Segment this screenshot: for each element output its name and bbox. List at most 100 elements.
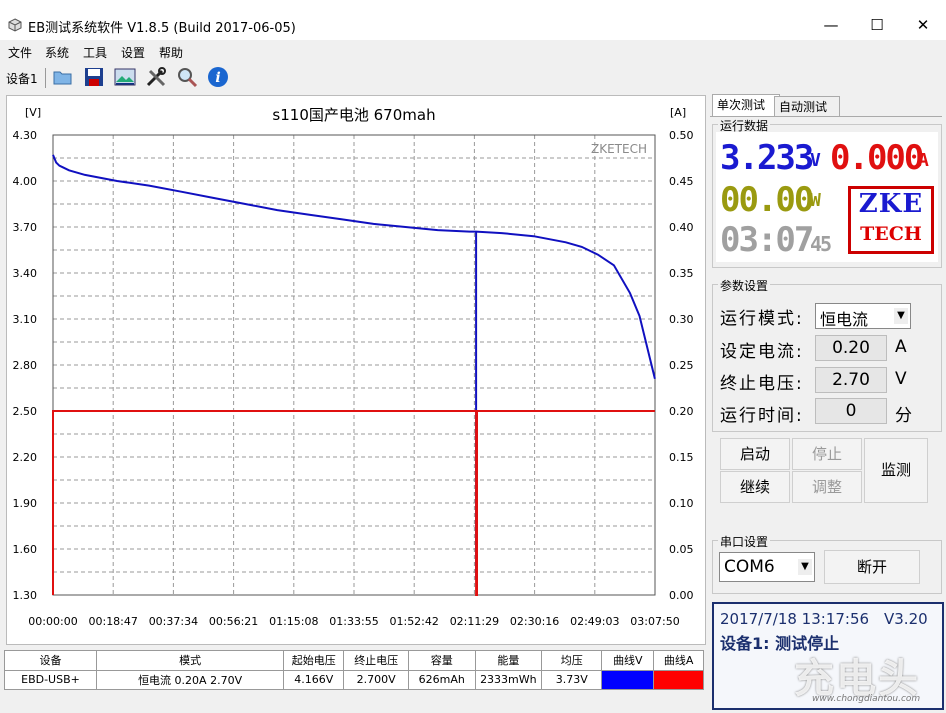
port-select-value: COM6	[724, 557, 775, 577]
params-label: 参数设置	[718, 277, 771, 294]
x-tick-label: 00:18:47	[88, 615, 137, 628]
y-right-tick-label: 0.40	[669, 221, 694, 234]
chart-panel: 4.30 4.00 3.70 3.40 3.10 2.80 2.50 2.20 1.90 1.60…	[6, 95, 706, 645]
serial-label: 串口设置	[718, 533, 771, 550]
run-time-unit: 分	[895, 406, 912, 426]
current-setting-unit: A	[895, 337, 907, 357]
minimize-icon[interactable]: —	[808, 10, 854, 40]
logo-bottom-text: TECH	[860, 223, 922, 245]
mode-select[interactable]: 恒电流 ▼	[815, 303, 911, 329]
table-cell: 恒电流 0.20A 2.70V	[95, 669, 285, 690]
voltage-unit: V	[810, 150, 821, 171]
y-right-unit: [A]	[670, 106, 686, 119]
curve-v-swatch[interactable]	[601, 669, 655, 690]
chevron-down-icon[interactable]: ▼	[798, 559, 812, 575]
y-left-tick-label: 2.80	[13, 359, 38, 372]
table-header: 终止电压	[343, 650, 409, 671]
run-time-field[interactable]: 0	[815, 398, 887, 424]
time-readout: 03:07	[720, 220, 814, 260]
mode-label: 运行模式:	[720, 309, 804, 329]
table-cell: EBD-USB+	[4, 669, 97, 690]
menu-tools[interactable]: 工具	[83, 44, 107, 61]
cutoff-voltage-field[interactable]: 2.70	[815, 367, 887, 393]
chart-watermark: ZKETECH	[591, 142, 647, 156]
current-setting-label: 设定电流:	[720, 342, 804, 362]
tab-auto-test[interactable]: 自动测试	[774, 96, 840, 117]
folder-icon[interactable]	[52, 66, 74, 88]
start-button[interactable]: 启动	[720, 438, 790, 470]
menu-file[interactable]: 文件	[8, 44, 32, 61]
stop-button[interactable]: 停止	[792, 438, 862, 470]
x-tick-label: 00:37:34	[149, 615, 198, 628]
power-readout: 00.00	[720, 180, 814, 220]
x-tick-label: 00:56:21	[209, 615, 258, 628]
x-tick-label: 02:30:16	[510, 615, 559, 628]
y-left-tick-label: 3.70	[13, 221, 38, 234]
toolbar-divider	[45, 68, 46, 88]
table-header: 曲线A	[653, 650, 704, 671]
y-left-unit: [V]	[25, 106, 41, 119]
magnifier-icon[interactable]	[176, 66, 198, 88]
info-icon[interactable]: i	[207, 66, 229, 88]
watermark-url: www.chongdiantou.com	[812, 694, 921, 704]
table-header: 曲线V	[601, 650, 655, 671]
menu-system[interactable]: 系统	[45, 44, 69, 61]
port-select[interactable]: COM6 ▼	[719, 552, 815, 582]
x-tick-label: 01:52:42	[389, 615, 438, 628]
chart-title: s110国产电池 670mah	[272, 106, 435, 124]
run-time-label: 运行时间:	[720, 406, 804, 426]
y-left-tick-label: 1.30	[13, 589, 38, 602]
y-left-tick-label: 2.20	[13, 451, 38, 464]
disconnect-button[interactable]: 断开	[824, 550, 920, 584]
chevron-down-icon[interactable]: ▼	[894, 308, 908, 324]
x-tick-label: 01:33:55	[329, 615, 378, 628]
y-right-tick-label: 0.00	[669, 589, 694, 602]
menu-help[interactable]: 帮助	[159, 44, 183, 61]
table-header: 起始电压	[283, 650, 345, 671]
y-left-tick-label: 1.60	[13, 543, 38, 556]
power-unit: W	[810, 190, 821, 211]
image-icon[interactable]	[114, 66, 136, 88]
x-tick-label: 00:00:00	[28, 615, 77, 628]
y-right-tick-label: 0.50	[669, 129, 694, 142]
maximize-icon[interactable]: ☐	[854, 10, 900, 40]
menu-settings[interactable]: 设置	[121, 44, 145, 61]
y-left-tick-label: 4.30	[13, 129, 38, 142]
y-left-tick-label: 3.40	[13, 267, 38, 280]
table-cell: 4.166V	[283, 669, 345, 690]
tools-icon[interactable]	[145, 66, 167, 88]
y-right-tick-label: 0.35	[669, 267, 694, 280]
y-right-tick-label: 0.05	[669, 543, 694, 556]
y-right-tick-label: 0.45	[669, 175, 694, 188]
results-table: 设备 模式 起始电压 终止电压 容量 能量 均压 曲线V 曲线A EBD-USB…	[4, 650, 704, 690]
app-icon	[8, 18, 22, 32]
tab-single-test[interactable]: 单次测试	[712, 94, 780, 117]
y-right-tick-label: 0.10	[669, 497, 694, 510]
table-cell: 2.700V	[343, 669, 409, 690]
curve-a-swatch[interactable]	[653, 669, 704, 690]
x-tick-label: 03:07:50	[630, 615, 679, 628]
x-tick-label: 02:11:29	[450, 615, 499, 628]
y-left-tick-label: 4.00	[13, 175, 38, 188]
adjust-button[interactable]: 调整	[792, 471, 862, 503]
table-header-row: 设备 模式 起始电压 终止电压 容量 能量 均压 曲线V 曲线A	[4, 650, 704, 671]
table-header: 设备	[4, 650, 97, 671]
cutoff-voltage-unit: V	[895, 369, 907, 389]
current-setting-field[interactable]: 0.20	[815, 335, 887, 361]
close-icon[interactable]: ✕	[900, 10, 946, 40]
table-header: 能量	[474, 650, 543, 671]
status-version: V3.20	[884, 610, 928, 628]
save-icon[interactable]	[83, 66, 105, 88]
monitor-button[interactable]: 监测	[864, 438, 928, 503]
continue-button[interactable]: 继续	[720, 471, 790, 503]
y-right-tick-label: 0.30	[669, 313, 694, 326]
voltage-current-chart: 4.30 4.00 3.70 3.40 3.10 2.80 2.50 2.20 1.90 1.60…	[13, 106, 694, 628]
run-data-display: 3.233 V 0.000 A 00.00 W 03:07 45 ZKE TEC…	[716, 132, 938, 262]
y-right-tick-label: 0.25	[669, 359, 694, 372]
status-datetime: 2017/7/18 13:17:56	[720, 610, 870, 628]
x-tick-label: 02:49:03	[570, 615, 619, 628]
table-row[interactable]: EBD-USB+ 恒电流 0.20A 2.70V 4.166V 2.700V 6…	[4, 669, 704, 690]
zke-logo: ZKE TECH	[848, 186, 934, 254]
device-tab[interactable]: 设备1	[6, 70, 38, 87]
corner-watermark: 充电头 www.chongdiantou.com	[790, 650, 940, 708]
